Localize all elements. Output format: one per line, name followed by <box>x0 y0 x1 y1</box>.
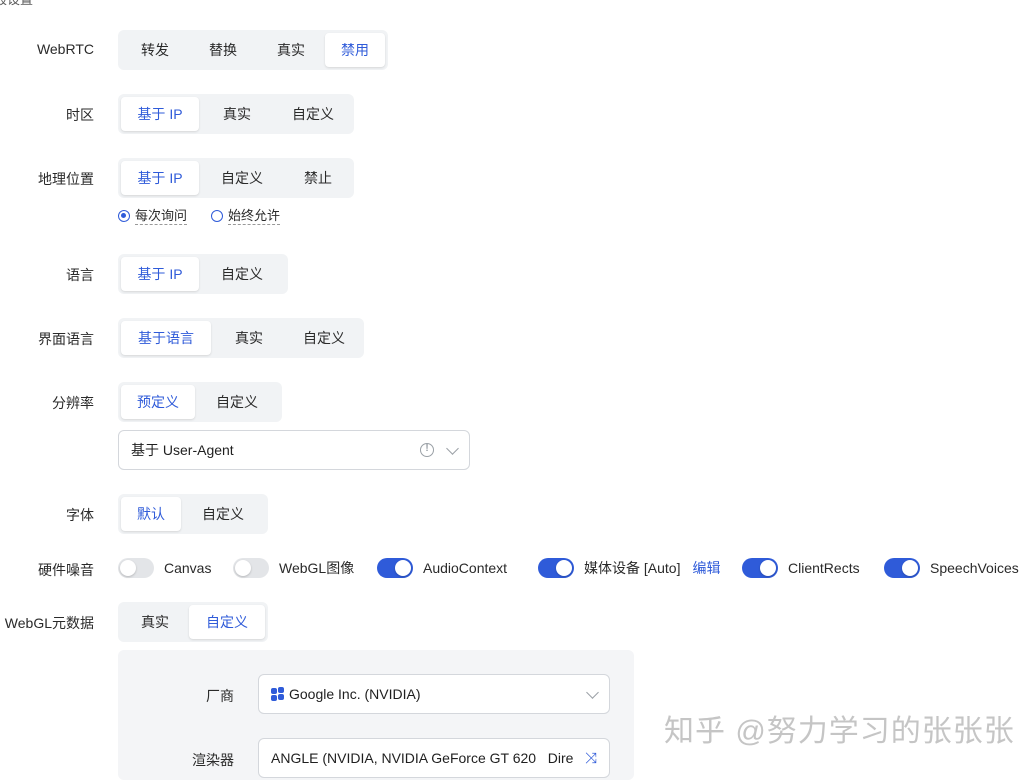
row-language: 语言 基于 IP 自定义 <box>0 254 1035 294</box>
audiocontext-label: AudioContext <box>423 560 508 576</box>
webrtc-label: WebRTC <box>36 41 94 57</box>
row-timezone: 时区 基于 IP 真实 自定义 <box>0 94 1035 134</box>
language-option-ip[interactable]: 基于 IP <box>121 257 199 291</box>
geolocation-option-custom[interactable]: 自定义 <box>199 161 285 195</box>
row-geolocation: 地理位置 基于 IP 自定义 禁止 <box>0 158 1035 198</box>
timezone-label: 时区 <box>66 107 94 123</box>
webrtc-option-forward[interactable]: 转发 <box>121 33 189 67</box>
renderer-input[interactable]: ANGLE (NVIDIA, NVIDIA GeForce GT 620 Dir… <box>258 738 610 778</box>
timezone-segmented: 基于 IP 真实 自定义 <box>118 94 354 134</box>
resolution-label: 分辨率 <box>52 395 94 411</box>
geolocation-segmented: 基于 IP 自定义 禁止 <box>118 158 354 198</box>
row-ui-language: 界面语言 基于语言 真实 自定义 <box>0 318 1035 358</box>
ui-language-label: 界面语言 <box>38 331 94 347</box>
chevron-down-icon <box>586 685 599 699</box>
canvas-label: Canvas <box>164 560 212 576</box>
webgl-metadata-option-custom[interactable]: 自定义 <box>189 605 265 639</box>
chevron-down-icon <box>446 441 459 455</box>
toggle-audiocontext: AudioContext <box>377 558 507 578</box>
geolocation-permission-group: 每次询问 始终允许 <box>118 207 281 225</box>
resolution-select[interactable]: 基于 User-Agent <box>118 430 470 470</box>
webgl-custom-panel: 厂商 Google Inc. (NVIDIA) 渲染器 ANGLE (NVIDI… <box>118 650 634 780</box>
vendor-select[interactable]: Google Inc. (NVIDIA) <box>258 674 610 714</box>
row-fonts: 字体 默认 自定义 <box>0 494 1035 534</box>
radio-allow-label: 始终允许 <box>228 208 281 225</box>
timezone-option-ip[interactable]: 基于 IP <box>121 97 199 131</box>
webrtc-option-real[interactable]: 真实 <box>257 33 325 67</box>
toggle-media-devices: 媒体设备 [Auto] 编辑 <box>538 558 720 578</box>
fonts-label: 字体 <box>66 507 94 523</box>
fonts-option-default[interactable]: 默认 <box>121 497 181 531</box>
speechvoices-switch[interactable] <box>884 558 920 578</box>
webgl-image-label: WebGL图像 <box>279 560 355 576</box>
webrtc-option-replace[interactable]: 替换 <box>189 33 257 67</box>
geolocation-label: 地理位置 <box>38 171 94 187</box>
audiocontext-switch[interactable] <box>377 558 413 578</box>
resolution-option-custom[interactable]: 自定义 <box>195 385 279 419</box>
row-webgl-metadata: WebGL元数据 真实 自定义 <box>0 602 1035 642</box>
media-devices-edit-link[interactable]: 编辑 <box>692 558 720 578</box>
webgl-image-switch[interactable] <box>233 558 269 578</box>
resolution-segmented: 预定义 自定义 <box>118 382 282 422</box>
canvas-switch[interactable] <box>118 558 154 578</box>
timezone-option-real[interactable]: 真实 <box>199 97 275 131</box>
webgl-metadata-label: WebGL元数据 <box>4 615 94 631</box>
language-label: 语言 <box>66 267 94 283</box>
media-devices-switch[interactable] <box>538 558 574 578</box>
shuffle-icon[interactable]: ⤨ <box>585 750 597 767</box>
radio-ask-label: 每次询问 <box>135 208 188 225</box>
media-devices-label: 媒体设备 [Auto] <box>584 560 681 576</box>
radio-checked-icon <box>118 210 130 222</box>
ui-language-segmented: 基于语言 真实 自定义 <box>118 318 364 358</box>
section-title: 殴设置 <box>0 0 33 8</box>
speechvoices-label: SpeechVoices <box>930 560 1019 576</box>
info-icon <box>420 443 434 457</box>
radio-always-allow[interactable]: 始终允许 <box>211 207 281 225</box>
toggle-clientrects: ClientRects <box>742 558 860 578</box>
language-option-custom[interactable]: 自定义 <box>199 257 285 291</box>
language-segmented: 基于 IP 自定义 <box>118 254 288 294</box>
toggle-canvas: Canvas <box>118 558 211 578</box>
windows-icon <box>271 687 285 701</box>
row-webrtc: WebRTC 转发 替换 真实 禁用 <box>0 30 1035 70</box>
hardware-noise-label: 硬件噪音 <box>38 562 94 578</box>
radio-unchecked-icon <box>211 210 224 222</box>
vendor-value: Google Inc. (NVIDIA) <box>289 686 421 702</box>
ui-language-option-by-language[interactable]: 基于语言 <box>121 321 211 355</box>
renderer-value: ANGLE (NVIDIA, NVIDIA GeForce GT 620 Dir… <box>271 750 574 766</box>
clientrects-label: ClientRects <box>788 560 860 576</box>
row-resolution: 分辨率 预定义 自定义 <box>0 382 1035 422</box>
resolution-option-predefined[interactable]: 预定义 <box>121 385 195 419</box>
webgl-metadata-segmented: 真实 自定义 <box>118 602 268 642</box>
fonts-option-custom[interactable]: 自定义 <box>181 497 265 531</box>
webgl-metadata-option-real[interactable]: 真实 <box>121 605 189 639</box>
toggle-speechvoices: SpeechVoices <box>884 558 1019 578</box>
vendor-label: 厂商 <box>206 688 234 704</box>
clientrects-switch[interactable] <box>742 558 778 578</box>
radio-ask-every-time[interactable]: 每次询问 <box>118 207 188 225</box>
toggle-webgl-image: WebGL图像 <box>233 558 354 578</box>
timezone-option-custom[interactable]: 自定义 <box>275 97 351 131</box>
watermark: 知乎 @努力学习的张张张 <box>664 715 1015 748</box>
resolution-select-value: 基于 User-Agent <box>131 442 234 458</box>
geolocation-option-ip[interactable]: 基于 IP <box>121 161 199 195</box>
ui-language-option-real[interactable]: 真实 <box>211 321 287 355</box>
fonts-segmented: 默认 自定义 <box>118 494 268 534</box>
renderer-label: 渲染器 <box>192 752 234 768</box>
geolocation-option-block[interactable]: 禁止 <box>285 161 351 195</box>
ui-language-option-custom[interactable]: 自定义 <box>287 321 361 355</box>
webrtc-segmented: 转发 替换 真实 禁用 <box>118 30 388 70</box>
webrtc-option-disabled[interactable]: 禁用 <box>325 33 385 67</box>
